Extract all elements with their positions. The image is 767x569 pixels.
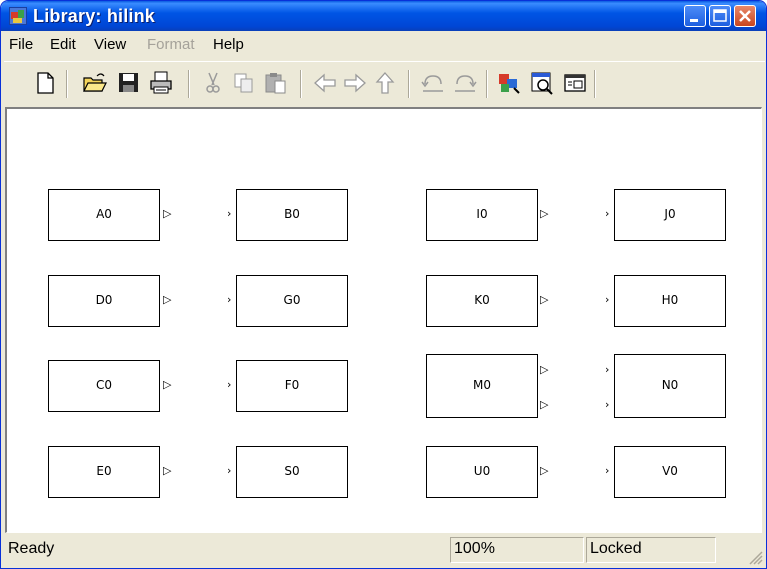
menu-help[interactable]: Help (213, 36, 244, 53)
menu-edit[interactable]: Edit (50, 36, 76, 53)
block-b0[interactable]: B0 (236, 189, 348, 241)
library-window: Library: hilink File Edit View Format He… (0, 0, 767, 569)
toolbar (4, 61, 765, 106)
resize-grip-icon[interactable] (747, 549, 763, 565)
up-arrow-icon[interactable] (372, 70, 398, 96)
block-g0[interactable]: G0 (236, 275, 348, 327)
library-canvas[interactable]: A0 ▷ B0 › I0 ▷ J0 › D0 ▷ G0 › K0 ▷ H0 › … (5, 107, 762, 533)
input-port-icon[interactable]: › (605, 293, 609, 306)
block-d0[interactable]: D0 (48, 275, 160, 327)
input-port-icon[interactable]: › (605, 464, 609, 477)
menu-format[interactable]: Format (147, 36, 195, 53)
copy-icon[interactable] (231, 70, 257, 96)
save-icon[interactable] (116, 70, 142, 96)
block-label: U0 (473, 464, 491, 478)
block-m0[interactable]: M0 (426, 354, 538, 418)
block-label: G0 (283, 293, 301, 307)
input-port-icon[interactable]: › (227, 464, 231, 477)
output-port-icon[interactable]: ▷ (540, 207, 548, 220)
zoom-level: 100% (450, 537, 584, 563)
block-k0[interactable]: K0 (426, 275, 538, 327)
block-label: B0 (284, 207, 300, 221)
block-f0[interactable]: F0 (236, 360, 348, 412)
block-s0[interactable]: S0 (236, 446, 348, 498)
new-document-icon[interactable] (32, 70, 58, 96)
block-label: M0 (473, 378, 491, 392)
block-v0[interactable]: V0 (614, 446, 726, 498)
forward-arrow-icon[interactable] (342, 70, 368, 96)
block-label: A0 (96, 207, 112, 221)
block-label: K0 (474, 293, 490, 307)
output-port-icon[interactable]: ▷ (540, 363, 548, 376)
output-port-icon[interactable]: ▷ (540, 293, 548, 306)
status-bar: Ready 100% Locked (4, 535, 765, 567)
block-label: S0 (284, 464, 300, 478)
debugger-icon[interactable] (562, 70, 588, 96)
block-label: E0 (96, 464, 112, 478)
paste-icon[interactable] (263, 70, 289, 96)
menu-bar: File Edit View Format Help (4, 31, 765, 59)
status-text: Ready (8, 540, 55, 557)
output-port-icon[interactable]: ▷ (540, 398, 548, 411)
library-browser-icon[interactable] (496, 70, 522, 96)
undo-icon[interactable] (420, 70, 446, 96)
close-button[interactable] (734, 5, 756, 27)
input-port-icon[interactable]: › (605, 207, 609, 220)
menu-file[interactable]: File (9, 36, 33, 53)
title-bar[interactable]: Library: hilink (1, 1, 766, 31)
block-h0[interactable]: H0 (614, 275, 726, 327)
model-explorer-icon[interactable] (529, 70, 555, 96)
redo-icon[interactable] (452, 70, 478, 96)
input-port-icon[interactable]: › (227, 293, 231, 306)
input-port-icon[interactable]: › (227, 207, 231, 220)
maximize-button[interactable] (709, 5, 731, 27)
block-label: I0 (476, 207, 488, 221)
block-j0[interactable]: J0 (614, 189, 726, 241)
block-label: J0 (664, 207, 676, 221)
input-port-icon[interactable]: › (227, 378, 231, 391)
cut-icon[interactable] (200, 70, 226, 96)
output-port-icon[interactable]: ▷ (163, 464, 171, 477)
window-title: Library: hilink (33, 6, 156, 26)
simulink-app-icon[interactable] (9, 7, 27, 25)
block-label: N0 (661, 378, 679, 392)
block-i0[interactable]: I0 (426, 189, 538, 241)
block-label: H0 (661, 293, 679, 307)
output-port-icon[interactable]: ▷ (163, 293, 171, 306)
menu-view[interactable]: View (94, 36, 126, 53)
block-label: F0 (284, 378, 300, 392)
back-arrow-icon[interactable] (312, 70, 338, 96)
output-port-icon[interactable]: ▷ (163, 378, 171, 391)
block-u0[interactable]: U0 (426, 446, 538, 498)
block-e0[interactable]: E0 (48, 446, 160, 498)
input-port-icon[interactable]: › (605, 363, 609, 376)
block-n0[interactable]: N0 (614, 354, 726, 418)
block-label: C0 (95, 378, 112, 392)
lock-status: Locked (586, 537, 716, 563)
block-a0[interactable]: A0 (48, 189, 160, 241)
minimize-button[interactable] (684, 5, 706, 27)
print-icon[interactable] (148, 70, 174, 96)
input-port-icon[interactable]: › (605, 398, 609, 411)
block-label: V0 (662, 464, 678, 478)
open-folder-icon[interactable] (82, 70, 108, 96)
block-label: D0 (95, 293, 113, 307)
output-port-icon[interactable]: ▷ (540, 464, 548, 477)
output-port-icon[interactable]: ▷ (163, 207, 171, 220)
block-c0[interactable]: C0 (48, 360, 160, 412)
